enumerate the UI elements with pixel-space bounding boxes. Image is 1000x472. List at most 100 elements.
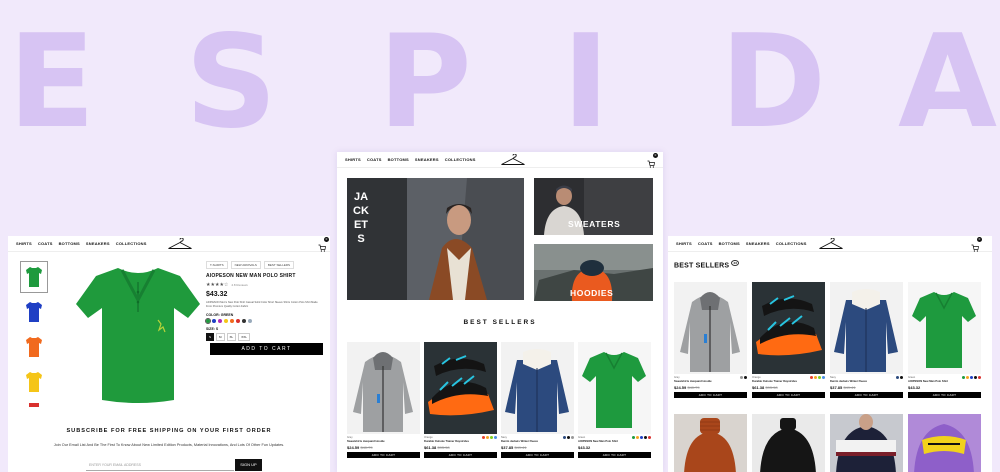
hanger-icon[interactable]	[500, 154, 526, 166]
hoodies-tile[interactable]: HOODIES	[534, 244, 653, 301]
nav-shirts[interactable]: SHIRTS	[676, 241, 692, 246]
swatch-grey[interactable]	[248, 319, 252, 323]
add-to-cart-button[interactable]: ADD TO CART	[210, 343, 323, 355]
swatch-red[interactable]	[236, 319, 240, 323]
product-card[interactable]	[908, 414, 981, 472]
add-to-cart-button[interactable]: ADD TO CART	[424, 452, 497, 458]
thumbnail-blue[interactable]	[21, 297, 47, 327]
nav-coats[interactable]: COATS	[698, 241, 713, 246]
rating-reviews[interactable]: 4.8 Reviews	[231, 283, 247, 287]
hoodies-label: HOODIES	[570, 288, 614, 298]
nav-sneakers[interactable]: SNEAKERS	[746, 241, 770, 246]
product-name[interactable]: Denim Jackets Winter Fleece	[830, 380, 903, 383]
thumbnail-orange[interactable]	[21, 332, 47, 362]
product-name[interactable]: Sweatshirts Jacquard Hoodie	[347, 440, 420, 443]
swatch-orange[interactable]	[230, 319, 234, 323]
signup-button[interactable]: SIGN UP	[235, 459, 262, 471]
product-price: $24.59 $40.79	[347, 445, 373, 450]
product-image	[908, 414, 981, 472]
brand-letter: I	[562, 8, 610, 157]
add-to-cart-button[interactable]: ADD TO CART	[674, 392, 747, 398]
size-option-xxl[interactable]: XXL	[238, 333, 250, 341]
swatch-purple[interactable]	[218, 319, 222, 323]
size-option-m[interactable]: M	[216, 333, 225, 341]
nav-shirts[interactable]: SHIRTS	[16, 241, 32, 246]
nav-coats[interactable]: COATS	[38, 241, 53, 246]
product-card[interactable]: Grey Sweatshirts Jacquard Hoodie $24.59 …	[674, 282, 747, 398]
swatch-green[interactable]	[205, 318, 211, 324]
add-to-cart-button[interactable]: ADD TO CART	[830, 392, 903, 398]
product-card[interactable]: Orange Durable Outsole Trainer Daystride…	[752, 282, 825, 398]
thumbnail-green[interactable]	[20, 261, 48, 293]
nav-bottoms[interactable]: BOTTOMS	[388, 157, 409, 162]
color-swatches	[205, 318, 326, 324]
product-category: Navy	[830, 376, 836, 379]
swatch-blue[interactable]	[212, 319, 216, 323]
product-name[interactable]: Durable Outsole Trainer Daystrides	[424, 440, 497, 443]
product-card[interactable]: Green AIOPESON New Man Polo Shirt $43.32…	[908, 282, 981, 398]
thumbnail-yellow[interactable]	[21, 367, 47, 397]
hanger-icon[interactable]	[818, 238, 844, 250]
product-name[interactable]: AIOPESON New Man Polo Shirt	[908, 380, 981, 383]
add-to-cart-button[interactable]: ADD TO CART	[347, 452, 420, 458]
product-image	[674, 282, 747, 374]
breadcrumb-new-arrivals[interactable]: NEW ARRIVALS	[230, 261, 261, 269]
swatch-yellow[interactable]	[224, 319, 228, 323]
product-card[interactable]: Orange Durable Outsole Trainer Daystride…	[424, 342, 497, 458]
listing-page-panel: SHIRTS COATS BOTTOMS SNEAKERS COLLECTION…	[668, 236, 992, 472]
nav-collections[interactable]: COLLECTIONS	[445, 157, 476, 162]
swatch-black[interactable]	[242, 319, 246, 323]
nav-sneakers[interactable]: SNEAKERS	[415, 157, 439, 162]
product-card[interactable]	[752, 414, 825, 472]
product-card[interactable]	[674, 414, 747, 472]
breadcrumb-tshirts[interactable]: T-SHIRTS	[206, 261, 228, 269]
size-option-xl[interactable]: XL	[226, 333, 237, 341]
product-name[interactable]: Sweatshirts Jacquard Hoodie	[674, 380, 747, 383]
product-card[interactable]	[830, 414, 903, 472]
hanger-icon[interactable]	[167, 238, 193, 250]
cart-icon[interactable]: 0	[318, 237, 329, 252]
product-grid: Grey Sweatshirts Jacquard Hoodie $24.59 …	[674, 282, 981, 398]
cart-count: 0	[324, 237, 329, 242]
cart-icon[interactable]: 0	[971, 237, 982, 252]
product-price: $61.38 $93.98	[752, 385, 778, 390]
product-name[interactable]: Denim Jackets Winter Fleece	[501, 440, 574, 443]
product-category: Orange	[752, 376, 761, 379]
product-name[interactable]: Durable Outsole Trainer Daystrides	[752, 380, 825, 383]
product-image	[674, 414, 747, 472]
brand-letter: P	[378, 8, 472, 157]
nav-bottoms[interactable]: BOTTOMS	[59, 241, 80, 246]
nav-sneakers[interactable]: SNEAKERS	[86, 241, 110, 246]
hero-title: JACKETS	[353, 191, 369, 245]
add-to-cart-button[interactable]: ADD TO CART	[501, 452, 574, 458]
add-to-cart-button[interactable]: ADD TO CART	[908, 392, 981, 398]
product-card[interactable]: Grey Sweatshirts Jacquard Hoodie $24.59 …	[347, 342, 420, 458]
product-card[interactable]: Navy Denim Jackets Winter Fleece $37.85 …	[501, 342, 574, 458]
product-price: $37.85 $49.41	[830, 385, 856, 390]
nav-shirts[interactable]: SHIRTS	[345, 157, 361, 162]
color-options	[482, 436, 497, 439]
nav-collections[interactable]: COLLECTIONS	[116, 241, 147, 246]
add-to-cart-button[interactable]: ADD TO CART	[752, 392, 825, 398]
product-page-panel: SHIRTS COATS BOTTOMS SNEAKERS COLLECTION…	[8, 236, 330, 472]
size-option-s[interactable]: S	[206, 333, 215, 341]
nav-menu: SHIRTS COATS BOTTOMS SNEAKERS COLLECTION…	[16, 241, 147, 246]
product-name[interactable]: AIOPESON New Man Polo Shirt	[578, 440, 651, 443]
cart-icon[interactable]: 0	[647, 153, 658, 168]
size-selector: S M XL XXL	[206, 333, 326, 341]
nav-bottoms[interactable]: BOTTOMS	[719, 241, 740, 246]
size-label: SIZE: S	[206, 327, 219, 331]
product-card[interactable]: Navy Denim Jackets Winter Fleece $37.85 …	[830, 282, 903, 398]
nav-coats[interactable]: COATS	[367, 157, 382, 162]
add-to-cart-button[interactable]: ADD TO CART	[578, 452, 651, 458]
email-input[interactable]: ENTER YOUR EMAIL ADDRESS	[86, 459, 234, 471]
breadcrumb-best-sellers[interactable]: BEST SELLERS	[263, 261, 295, 269]
product-card[interactable]: Green AIOPESON New Man Polo Shirt $43.32…	[578, 342, 651, 458]
sweaters-tile[interactable]: SWEATERS	[534, 178, 653, 235]
product-title: AIOPESON NEW MAN POLO SHIRT	[206, 273, 296, 279]
home-page-panel: SHIRTS COATS BOTTOMS SNEAKERS COLLECTION…	[337, 152, 663, 472]
nav-collections[interactable]: COLLECTIONS	[776, 241, 807, 246]
thumbnail-red[interactable]	[21, 402, 47, 408]
hero-jackets-banner[interactable]: JACKETS	[347, 178, 524, 300]
product-category: Orange	[424, 436, 433, 439]
